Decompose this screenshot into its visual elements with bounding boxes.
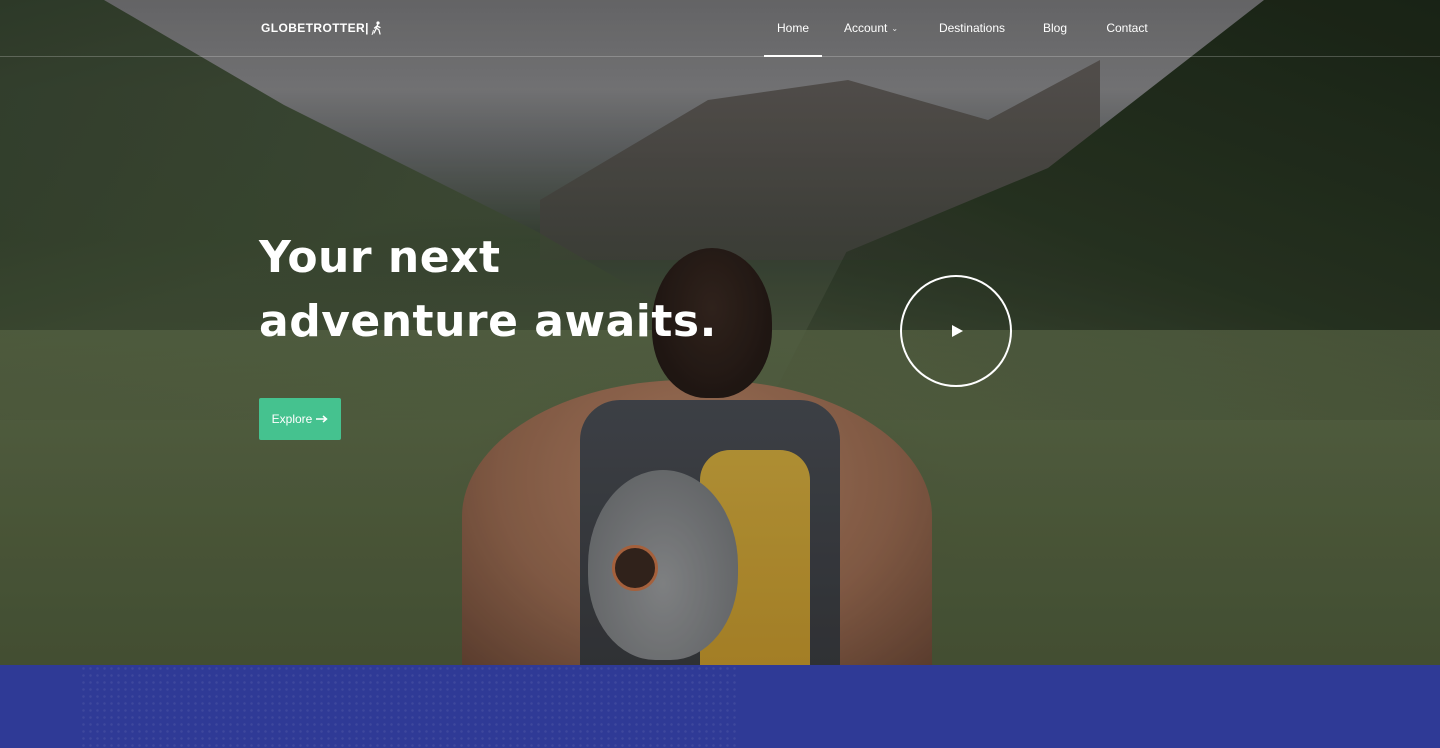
- nav-item-label: Account: [843, 21, 888, 35]
- dot-pattern: [80, 665, 740, 748]
- nav-item-account[interactable]: Account ⌄: [822, 0, 920, 56]
- explore-button-label: Explore: [271, 412, 313, 426]
- feature-band: [0, 665, 1440, 748]
- nav-item-label: Contact: [1106, 21, 1148, 35]
- nav-item-label: Home: [776, 21, 809, 35]
- hero-section: GLOBETROTTER| Home Account ⌄ Destination…: [0, 0, 1440, 665]
- nav-item-destinations[interactable]: Destinations: [920, 0, 1024, 56]
- nav-item-contact[interactable]: Contact: [1086, 0, 1168, 56]
- hiker-icon: [371, 21, 381, 35]
- brand-name: GLOBETROTTER|: [261, 21, 369, 35]
- explore-button[interactable]: Explore: [259, 398, 341, 440]
- play-video-button[interactable]: [900, 275, 1012, 387]
- play-icon: [952, 325, 963, 337]
- brand-logo[interactable]: GLOBETROTTER|: [261, 20, 383, 36]
- top-navigation: GLOBETROTTER| Home Account ⌄ Destination…: [0, 0, 1440, 57]
- nav-menu: Home Account ⌄ Destinations Blog Contact: [764, 0, 1168, 57]
- nav-item-label: Destinations: [938, 21, 1006, 35]
- nav-item-label: Blog: [1042, 21, 1068, 35]
- nav-item-blog[interactable]: Blog: [1024, 0, 1086, 56]
- arrow-right-icon: [316, 415, 328, 423]
- hero-headline: Your next adventure awaits.: [259, 232, 717, 347]
- hero-overlay: [0, 0, 1440, 665]
- nav-item-home[interactable]: Home: [764, 0, 822, 57]
- chevron-down-icon: ⌄: [891, 23, 899, 33]
